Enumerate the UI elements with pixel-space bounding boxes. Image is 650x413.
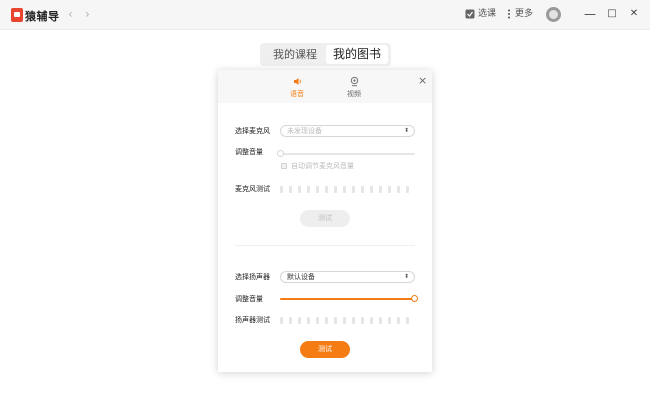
section-divider [235, 245, 415, 246]
course-select-icon[interactable] [465, 9, 475, 19]
microphone-select-value: 未发现设备 [287, 127, 322, 135]
avatar[interactable] [546, 7, 561, 22]
dialog-close-icon[interactable]: × [418, 74, 427, 87]
more-icon[interactable] [507, 9, 511, 19]
speaker-test-label: 扬声器测试 [235, 316, 270, 324]
device-settings-dialog: 语音 视频 × 选择麦克风 未发现设备 ⬍ 调整音量 自动调节麦克风音量 麦克风… [218, 70, 432, 372]
tab-voice-label: 语音 [290, 90, 304, 98]
select-microphone-label: 选择麦克风 [235, 127, 270, 135]
tab-video-label: 视频 [347, 90, 361, 98]
speaker-volume-fill [280, 298, 415, 300]
speaker-test-button[interactable]: 测试 [300, 341, 350, 358]
back-button[interactable]: ‹ [68, 7, 73, 21]
tab-voice[interactable]: 语音 [282, 76, 312, 99]
speaker-select-value: 默认设备 [287, 273, 315, 281]
microphone-level-meter [280, 186, 409, 193]
speaker-level-meter [280, 317, 409, 324]
camera-icon [350, 76, 358, 87]
select-speaker-label: 选择扬声器 [235, 273, 270, 281]
tab-my-courses[interactable]: 我的课程 [264, 45, 326, 64]
speaker-volume-label: 调整音量 [235, 295, 263, 303]
speaker-icon [293, 78, 301, 85]
tab-my-books[interactable]: 我的图书 [326, 45, 388, 64]
microphone-test-button[interactable]: 测试 [300, 210, 350, 227]
microphone-test-label: 麦克风测试 [235, 185, 270, 193]
speaker-volume-knob[interactable] [411, 295, 418, 302]
speaker-volume-track[interactable] [280, 298, 415, 300]
speaker-select[interactable]: 默认设备 ⬍ [280, 271, 415, 283]
microphone-volume-knob[interactable] [277, 150, 284, 157]
microphone-volume-label: 调整音量 [235, 148, 263, 156]
app-logo-icon [11, 8, 23, 22]
app-name: 猿辅导 [25, 10, 60, 23]
auto-adjust-checkbox[interactable] [281, 163, 287, 169]
chevron-updown-icon: ⬍ [403, 127, 409, 134]
microphone-select[interactable]: 未发现设备 ⬍ [280, 125, 415, 137]
main-tabs: 我的课程 我的图书 [260, 43, 391, 66]
close-button[interactable]: ✕ [627, 6, 641, 22]
dialog-header: 语音 视频 × [218, 70, 432, 103]
minimize-button[interactable]: — [583, 6, 597, 22]
tab-video[interactable]: 视频 [339, 76, 369, 99]
select-course-button[interactable]: 选课 [478, 9, 496, 20]
chevron-updown-icon: ⬍ [403, 273, 409, 280]
more-button[interactable]: 更多 [515, 9, 533, 20]
forward-button[interactable]: › [85, 7, 90, 21]
title-bar: 猿辅导 ‹ › 选课 更多 — □ ✕ [0, 0, 650, 30]
auto-adjust-label: 自动调节麦克风音量 [291, 162, 354, 170]
microphone-volume-slider[interactable] [280, 153, 415, 155]
maximize-button[interactable]: □ [605, 6, 619, 22]
